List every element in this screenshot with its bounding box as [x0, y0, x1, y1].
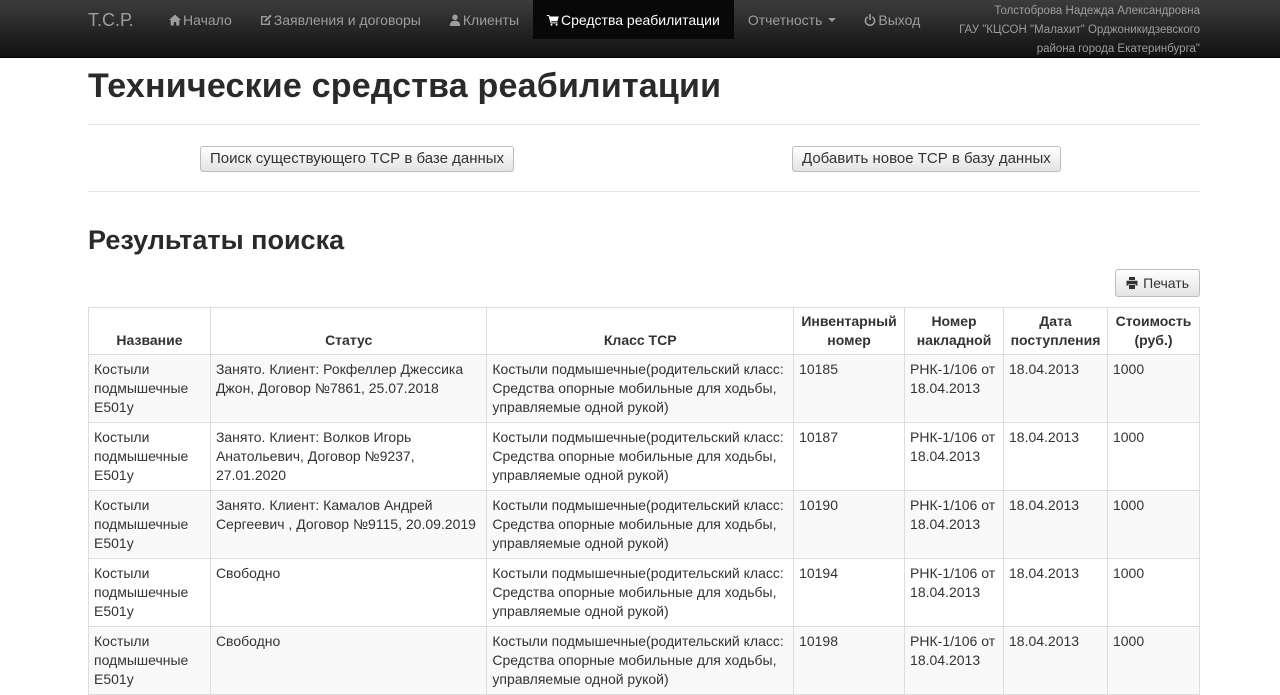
cell-class: Костыли подмышечные(родительский класс: …	[486, 422, 795, 491]
table-row[interactable]: Костыли подмышечные E501у Занято. Клиент…	[88, 354, 1201, 423]
cell-invoice: РНК-1/106 от 18.04.2013	[904, 422, 1004, 491]
cell-status: Занято. Клиент: Рокфеллер Джессика Джон,…	[209, 354, 488, 423]
cell-date: 18.04.2013	[1003, 626, 1108, 695]
results-title: Результаты поиска	[88, 225, 345, 255]
cell-name: Костыли подмышечные E501у	[88, 422, 211, 491]
column-header-cost[interactable]: Стоимость (руб.)	[1106, 307, 1201, 355]
nav-item-reports[interactable]: Отчетность	[734, 0, 851, 39]
cell-cost: 1000	[1106, 558, 1201, 627]
cell-name: Костыли подмышечные E501у	[88, 490, 211, 559]
divider	[88, 124, 1200, 125]
cell-date: 18.04.2013	[1003, 422, 1108, 491]
cell-invoice: РНК-1/106 от 18.04.2013	[904, 490, 1004, 559]
cell-class: Костыли подмышечные(родительский класс: …	[486, 490, 795, 559]
cell-class: Костыли подмышечные(родительский класс: …	[486, 626, 795, 695]
column-header-inventory[interactable]: Инвентарный номер	[793, 307, 906, 355]
table-row[interactable]: Костыли подмышечные E501у Свободно Косты…	[88, 626, 1201, 695]
column-header-name[interactable]: Название	[88, 307, 211, 355]
table-row[interactable]: Костыли подмышечные E501у Занято. Клиент…	[88, 422, 1201, 491]
cell-status: Свободно	[209, 626, 488, 695]
brand-logo[interactable]: Т.С.Р.	[88, 9, 134, 31]
cell-cost: 1000	[1106, 422, 1201, 491]
power-icon	[864, 13, 876, 26]
print-button[interactable]: Печать	[1115, 269, 1200, 297]
nav-item-label: Клиенты	[462, 11, 520, 28]
cell-cost: 1000	[1106, 626, 1201, 695]
column-header-invoice[interactable]: Номер накладной	[904, 307, 1004, 355]
results-table: Название Статус Класс ТСР Инвентарный ном…	[88, 307, 1201, 695]
user-organization-line1: ГАУ "КЦСОН "Малахит" Орджоникидзевского	[959, 24, 1200, 36]
cell-invoice: РНК-1/106 от 18.04.2013	[904, 558, 1004, 627]
table-row[interactable]: Костыли подмышечные E501у Занято. Клиент…	[88, 490, 1201, 559]
page-title: Технические средства реабилитации	[88, 67, 722, 105]
nav-item-label: Средства реабилитации	[561, 11, 720, 28]
user-icon	[449, 14, 461, 26]
nav-item-rehab-tools[interactable]: Средства реабилитации	[533, 0, 734, 39]
cell-cost: 1000	[1106, 354, 1201, 423]
cell-cost: 1000	[1106, 490, 1201, 559]
print-button-label: Печать	[1143, 275, 1189, 291]
cell-name: Костыли подмышечные E501у	[88, 354, 211, 423]
top-navbar: Т.С.Р. Начало Заявления и договоры Клиен…	[0, 0, 1280, 58]
nav-item-home[interactable]: Начало	[155, 0, 246, 39]
cell-status: Занято. Клиент: Волков Игорь Анатольевич…	[209, 422, 488, 491]
edit-icon	[260, 14, 272, 25]
cell-inventory: 10198	[793, 626, 906, 695]
user-name: Толстоброва Надежда Александровна	[994, 5, 1200, 17]
cell-inventory: 10194	[793, 558, 906, 627]
main-nav: Начало Заявления и договоры Клиенты Сред…	[155, 0, 934, 39]
nav-item-label: Отчетность	[747, 11, 823, 28]
cell-status: Занято. Клиент: Камалов Андрей Сергеевич…	[209, 490, 488, 559]
home-icon	[169, 14, 181, 25]
cell-inventory: 10187	[793, 422, 906, 491]
nav-item-label: Начало	[183, 11, 232, 28]
user-organization-line2: района города Екатеринбурга"	[1036, 43, 1200, 55]
print-icon	[1126, 277, 1138, 289]
nav-item-clients[interactable]: Клиенты	[435, 0, 533, 39]
divider	[88, 191, 1200, 192]
cell-date: 18.04.2013	[1003, 354, 1108, 423]
nav-item-applications[interactable]: Заявления и договоры	[246, 0, 435, 39]
cell-class: Костыли подмышечные(родительский класс: …	[486, 558, 795, 627]
table-row[interactable]: Костыли подмышечные E501у Свободно Косты…	[88, 558, 1201, 627]
cell-name: Костыли подмышечные E501у	[88, 626, 211, 695]
cell-class: Костыли подмышечные(родительский класс: …	[486, 354, 795, 423]
nav-item-label: Выход	[878, 11, 921, 28]
nav-item-logout[interactable]: Выход	[850, 0, 934, 39]
cell-inventory: 10185	[793, 354, 906, 423]
cell-date: 18.04.2013	[1003, 558, 1108, 627]
cell-inventory: 10190	[793, 490, 906, 559]
add-tsr-button[interactable]: Добавить новое ТСР в базу данных	[792, 146, 1061, 172]
cart-icon	[547, 14, 559, 26]
search-tsr-button[interactable]: Поиск существующего ТСР в базе данных	[200, 146, 515, 172]
column-header-status[interactable]: Статус	[209, 307, 488, 355]
user-info: Толстоброва Надежда Александровна ГАУ "К…	[959, 2, 1200, 59]
cell-name: Костыли подмышечные E501у	[88, 558, 211, 627]
caret-down-icon	[828, 17, 837, 22]
nav-item-label: Заявления и договоры	[273, 11, 421, 28]
cell-invoice: РНК-1/106 от 18.04.2013	[904, 626, 1004, 695]
table-header-row: Название Статус Класс ТСР Инвентарный ном…	[88, 307, 1201, 355]
cell-date: 18.04.2013	[1003, 490, 1108, 559]
column-header-date[interactable]: Дата поступления	[1003, 307, 1108, 355]
cell-invoice: РНК-1/106 от 18.04.2013	[904, 354, 1004, 423]
column-header-class[interactable]: Класс ТСР	[486, 307, 795, 355]
cell-status: Свободно	[209, 558, 488, 627]
